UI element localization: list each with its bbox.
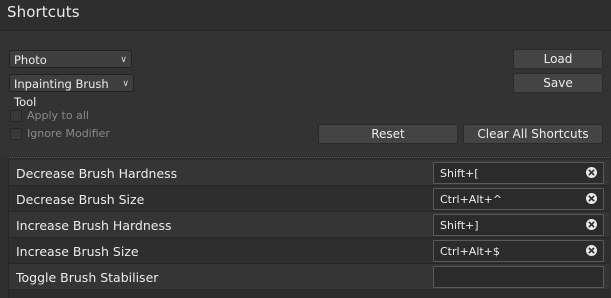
panel-title: Shortcuts — [7, 3, 80, 21]
shortcut-row: Increase Brush Size Ctrl+Alt+$ — [9, 238, 609, 264]
tool-select[interactable]: Inpainting Brush Tool ∨ — [9, 74, 134, 109]
shortcut-key-field[interactable] — [433, 266, 604, 288]
shortcut-name: Increase Brush Hardness — [16, 218, 172, 233]
shortcut-row: Increase Brush Hardness Shift+] — [9, 212, 609, 238]
clear-all-shortcuts-button[interactable]: Clear All Shortcuts — [463, 124, 603, 144]
shortcut-list: Decrease Brush Hardness Shift+[ Decrease… — [8, 157, 609, 298]
category-select-value: Photo — [14, 53, 47, 67]
save-button[interactable]: Save — [513, 73, 603, 93]
shortcut-key-value: Ctrl+Alt+$ — [440, 245, 500, 258]
ignore-modifier-label: Ignore Modifier — [27, 127, 110, 140]
shortcut-name: Decrease Brush Hardness — [16, 166, 178, 181]
checkbox-box[interactable] — [10, 128, 22, 140]
clear-icon[interactable] — [586, 167, 597, 178]
chevron-down-icon: ∨ — [122, 79, 129, 89]
shortcut-key-value: Ctrl+Alt+^ — [440, 193, 503, 206]
shortcut-key-field[interactable]: Shift+[ — [433, 162, 604, 184]
category-select[interactable]: Photo ∨ — [9, 50, 132, 68]
reset-button[interactable]: Reset — [318, 124, 458, 144]
shortcut-name: Decrease Brush Size — [16, 192, 145, 207]
shortcut-name: Increase Brush Size — [16, 244, 139, 259]
load-button[interactable]: Load — [513, 49, 603, 69]
shortcut-name: Toggle Brush Stabiliser — [16, 270, 159, 285]
apply-to-all-label: Apply to all — [27, 109, 89, 122]
shortcut-row: Toggle Brush Stabiliser — [9, 264, 609, 290]
shortcut-row: Decrease Brush Size Ctrl+Alt+^ — [9, 186, 609, 212]
shortcut-row: Decrease Brush Hardness Shift+[ — [9, 160, 609, 186]
clear-icon[interactable] — [586, 219, 597, 230]
shortcut-key-value: Shift+] — [440, 219, 479, 232]
checkbox-box[interactable] — [10, 110, 22, 122]
clear-icon[interactable] — [586, 245, 597, 256]
title-bar: Shortcuts — [0, 0, 611, 31]
chevron-down-icon: ∨ — [120, 55, 127, 65]
shortcut-key-field[interactable]: Ctrl+Alt+$ — [433, 240, 604, 262]
clear-icon[interactable] — [586, 193, 597, 204]
shortcut-key-value: Shift+[ — [440, 167, 479, 180]
shortcut-key-field[interactable]: Ctrl+Alt+^ — [433, 188, 604, 210]
shortcuts-panel: Shortcuts Photo ∨ Inpainting Brush Tool … — [0, 0, 611, 298]
shortcut-key-field[interactable]: Shift+] — [433, 214, 604, 236]
